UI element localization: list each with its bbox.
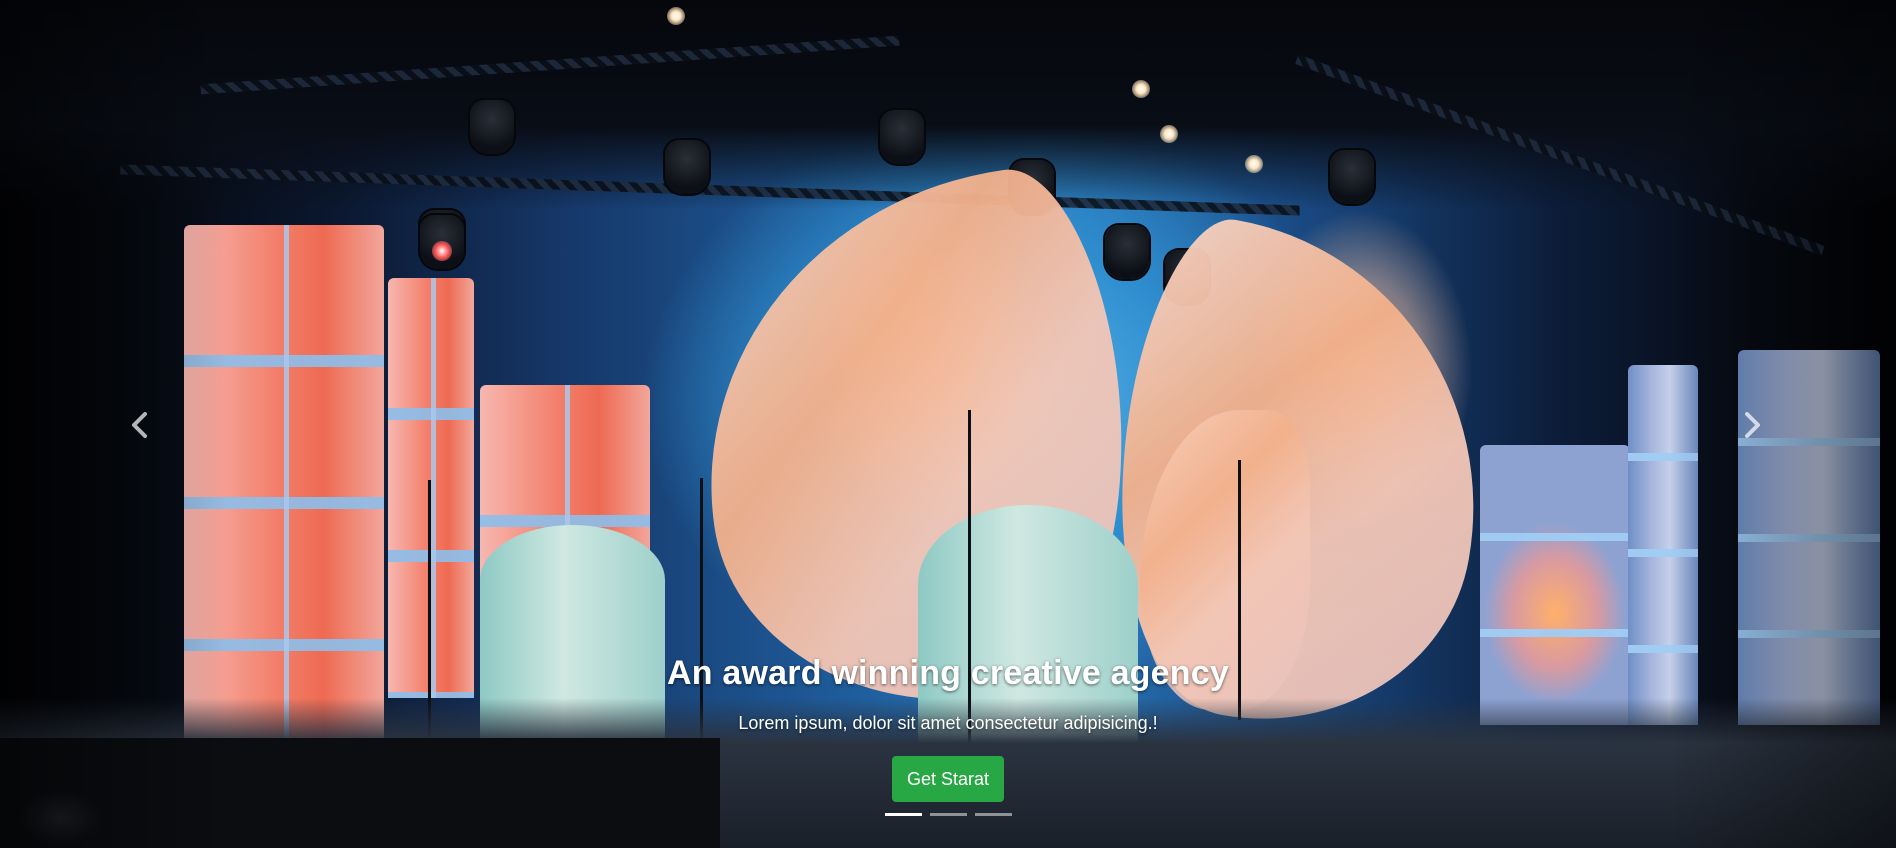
hero-subtitle: Lorem ipsum, dolor sit amet consectetur … — [738, 713, 1158, 733]
carousel-indicator-2[interactable] — [929, 813, 967, 816]
hero-title: An award winning creative agency — [667, 654, 1229, 692]
chevron-right-icon — [1742, 412, 1762, 438]
get-started-button[interactable]: Get Starat — [891, 756, 1005, 802]
carousel-indicators — [0, 813, 1896, 816]
hero-carousel: An award winning creative agency Lorem i… — [0, 0, 1896, 848]
carousel-next-button[interactable] — [1722, 405, 1782, 445]
carousel-indicator-1[interactable] — [884, 813, 922, 816]
carousel-caption: An award winning creative agency Lorem i… — [0, 648, 1896, 802]
carousel-prev-button[interactable] — [110, 405, 170, 445]
chevron-left-icon — [130, 412, 150, 438]
carousel-indicator-3[interactable] — [974, 813, 1012, 816]
